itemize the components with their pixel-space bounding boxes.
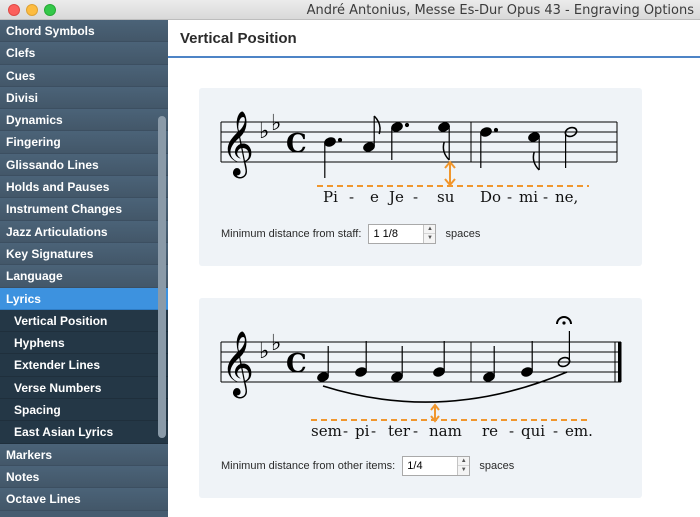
sidebar-item-east-asian-lyrics[interactable]: East Asian Lyrics: [0, 421, 168, 444]
sidebar-item-dynamics[interactable]: Dynamics: [0, 109, 168, 132]
lyric-syllable: em.: [565, 422, 593, 440]
treble-clef-icon: 𝄞: [221, 111, 254, 178]
lyric-hyphen: -: [371, 422, 376, 440]
chevron-down-icon[interactable]: ▼: [424, 234, 435, 243]
sidebar: Chord Symbols Clefs Cues Divisi Dynamics Fing…: [0, 20, 168, 517]
sidebar-item-cues[interactable]: Cues: [0, 64, 168, 87]
stepper-arrows[interactable]: ▲ ▼: [457, 457, 470, 475]
staff-distance-stepper[interactable]: ▲ ▼: [368, 224, 437, 244]
other-items-distance-option: Minimum distance from other items: ▲ ▼ s…: [221, 456, 514, 476]
page-title: Vertical Position: [180, 30, 297, 47]
staff-distance-label: Minimum distance from staff:: [221, 228, 362, 240]
sidebar-item-key-signatures[interactable]: Key Signatures: [0, 242, 168, 266]
lyric-syllable: Do: [480, 188, 501, 206]
lyric-hyphen: -: [413, 422, 418, 440]
sidebar-item-hyphens[interactable]: Hyphens: [0, 332, 168, 355]
sidebar-item-lyrics[interactable]: Lyrics: [0, 287, 168, 310]
sidebar-item-notes[interactable]: Notes: [0, 465, 168, 489]
chevron-up-icon[interactable]: ▲: [458, 457, 470, 466]
lyric-syllable: e: [370, 188, 379, 206]
chevron-up-icon[interactable]: ▲: [424, 225, 436, 234]
lyric-hyphen: -: [413, 188, 418, 206]
example-panel-staff-distance: 𝄞 ♭ ♭ C Pi - e Je - su Do - mi - ne, Min…: [199, 88, 642, 266]
lyric-syllable: sem: [311, 422, 342, 440]
lyric-hyphen: -: [553, 422, 558, 440]
staff-distance-option: Minimum distance from staff: ▲ ▼ spaces: [221, 224, 480, 244]
lyric-hyphen: -: [507, 188, 512, 206]
sidebar-item-extender-lines[interactable]: Extender Lines: [0, 354, 168, 377]
lyric-hyphen: -: [509, 422, 514, 440]
section-header: Vertical Position: [168, 20, 700, 58]
other-items-distance-label: Minimum distance from other items:: [221, 460, 396, 472]
sidebar-item-fingering[interactable]: Fingering: [0, 131, 168, 154]
chevron-down-icon[interactable]: ▼: [458, 466, 469, 475]
other-items-distance-input[interactable]: [403, 457, 458, 475]
sidebar-item-vertical-position[interactable]: Vertical Position: [0, 309, 168, 333]
sidebar-item-glissando-lines[interactable]: Glissando Lines: [0, 153, 168, 177]
sidebar-item-language[interactable]: Language: [0, 265, 168, 288]
sidebar-item-divisi[interactable]: Divisi: [0, 86, 168, 110]
lyric-hyphen: -: [343, 422, 348, 440]
lyric-syllable: ne,: [555, 188, 578, 206]
sidebar-item-markers[interactable]: Markers: [0, 443, 168, 466]
window-title: André Antonius, Messe Es-Dur Opus 43 - E…: [306, 3, 694, 18]
music-example-2: 𝄞 ♭ ♭ C sem - pi - ter - nam re - qui - …: [220, 316, 622, 440]
other-items-distance-unit: spaces: [479, 460, 515, 472]
example-panel-other-items-distance: 𝄞 ♭ ♭ C sem - pi - ter - nam re - qui - …: [199, 298, 642, 498]
treble-clef-icon: 𝄞: [221, 331, 254, 398]
lyric-syllable: qui: [521, 422, 545, 440]
lyric-syllable: re: [482, 422, 498, 440]
sidebar-item-holds-and-pauses[interactable]: Holds and Pauses: [0, 176, 168, 199]
flat-icon: ♭: [259, 119, 269, 144]
lyric-syllable: nam: [429, 422, 462, 440]
lyric-syllable: Pi: [323, 188, 338, 206]
sidebar-list: Chord Symbols Clefs Cues Divisi Dynamics Fing…: [0, 20, 168, 511]
common-time-icon: C: [286, 129, 307, 159]
sidebar-item-octave-lines[interactable]: Octave Lines: [0, 488, 168, 511]
lyric-hyphen: -: [349, 188, 354, 206]
staff-distance-input[interactable]: [369, 225, 424, 243]
lyric-syllable: Je: [387, 188, 404, 206]
other-items-distance-stepper[interactable]: ▲ ▼: [402, 456, 471, 476]
common-time-icon: C: [286, 349, 307, 379]
close-window-button[interactable]: [8, 4, 20, 16]
title-bar: André Antonius, Messe Es-Dur Opus 43 - E…: [0, 0, 700, 20]
lyric-syllable: pi: [355, 422, 370, 440]
staff-distance-unit: spaces: [445, 228, 481, 240]
lyric-syllable: ter: [388, 422, 411, 440]
lyric-syllable: su: [437, 188, 455, 206]
stepper-arrows[interactable]: ▲ ▼: [423, 225, 436, 243]
flat-icon: ♭: [259, 339, 269, 364]
lyric-syllable: mi: [519, 188, 538, 206]
sidebar-item-chord-symbols[interactable]: Chord Symbols: [0, 20, 168, 43]
main-content: Vertical Position 𝄞 ♭ ♭ C Pi - e Je - su…: [168, 20, 700, 517]
flat-icon: ♭: [271, 331, 281, 356]
sidebar-scrollbar[interactable]: [158, 116, 166, 438]
music-example-1: 𝄞 ♭ ♭ C Pi - e Je - su Do - mi - ne,: [220, 111, 618, 206]
sidebar-item-clefs[interactable]: Clefs: [0, 42, 168, 65]
sidebar-item-jazz-articulations[interactable]: Jazz Articulations: [0, 220, 168, 243]
zoom-window-button[interactable]: [44, 4, 56, 16]
lyric-hyphen: -: [543, 188, 548, 206]
sidebar-item-instrument-changes[interactable]: Instrument Changes: [0, 198, 168, 221]
sidebar-item-spacing[interactable]: Spacing: [0, 399, 168, 422]
minimize-window-button[interactable]: [26, 4, 38, 16]
sidebar-item-verse-numbers[interactable]: Verse Numbers: [0, 376, 168, 400]
flat-icon: ♭: [271, 111, 281, 136]
